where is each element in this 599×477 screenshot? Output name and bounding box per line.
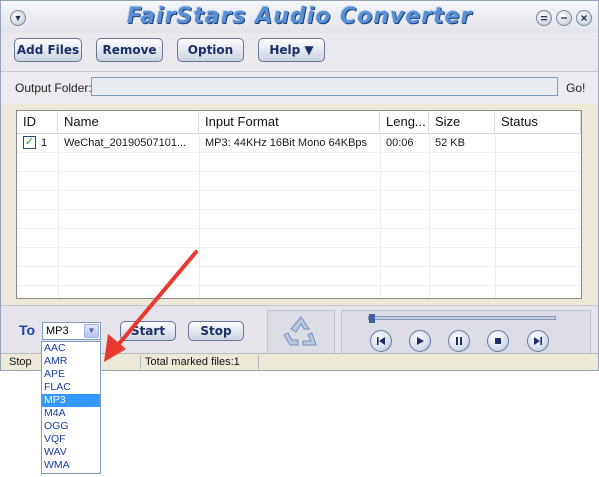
annotation-arrow <box>104 250 198 362</box>
arrow-shaft <box>116 250 198 347</box>
